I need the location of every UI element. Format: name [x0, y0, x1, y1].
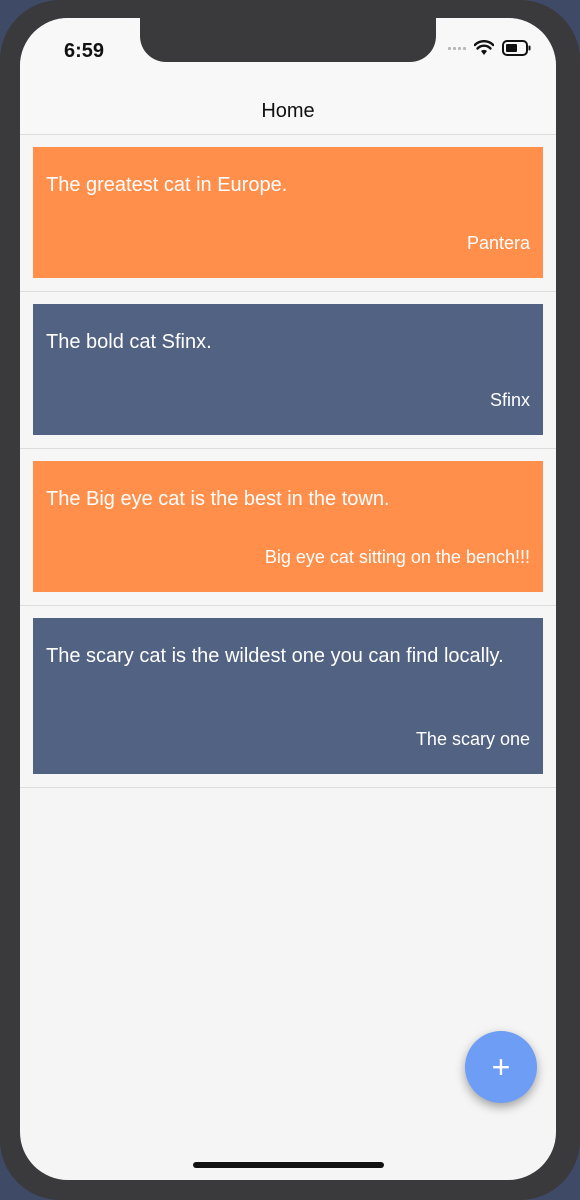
- phone-frame: 6:59 Home The greatest cat in Europe. Pa…: [0, 0, 580, 1200]
- cat-card-subtitle: Pantera: [466, 233, 530, 253]
- cat-card-title: The greatest cat in Europe.: [46, 174, 288, 196]
- plus-icon: +: [491, 1048, 511, 1085]
- list-item: The greatest cat in Europe. Pantera: [20, 135, 556, 292]
- list-item: The bold cat Sfinx. Sfinx: [20, 292, 556, 449]
- cat-card-subtitle: The scary one: [415, 729, 530, 749]
- cat-card-subtitle: Big eye cat sitting on the bench!!!: [264, 547, 530, 567]
- battery-icon: [502, 40, 532, 56]
- add-button[interactable]: +: [465, 1031, 537, 1103]
- screen: 6:59 Home The greatest cat in Europe. Pa…: [20, 18, 556, 1180]
- navigation-bar: Home: [20, 88, 556, 135]
- home-indicator[interactable]: [193, 1162, 384, 1168]
- page-title: Home: [261, 99, 315, 122]
- notch: [140, 18, 436, 62]
- status-time: 6:59: [64, 40, 105, 62]
- list-item: The Big eye cat is the best in the town.…: [20, 449, 556, 606]
- cat-card[interactable]: The scary cat is the wildest one you can…: [33, 618, 543, 774]
- cat-card[interactable]: The greatest cat in Europe. Pantera: [33, 147, 543, 278]
- cat-card-title: The bold cat Sfinx.: [46, 331, 212, 353]
- list-item: The scary cat is the wildest one you can…: [20, 606, 556, 788]
- cat-card-title: The scary cat is the wildest one you can…: [46, 645, 504, 667]
- status-icons: [448, 40, 532, 56]
- cat-card[interactable]: The Big eye cat is the best in the town.…: [33, 461, 543, 592]
- wifi-icon: [474, 40, 494, 56]
- cat-card[interactable]: The bold cat Sfinx. Sfinx: [33, 304, 543, 435]
- cat-card-subtitle: Sfinx: [489, 390, 530, 410]
- cat-list: The greatest cat in Europe. Pantera The …: [20, 135, 556, 788]
- signal-icon: [448, 46, 466, 50]
- cat-card-title: The Big eye cat is the best in the town.: [46, 488, 390, 510]
